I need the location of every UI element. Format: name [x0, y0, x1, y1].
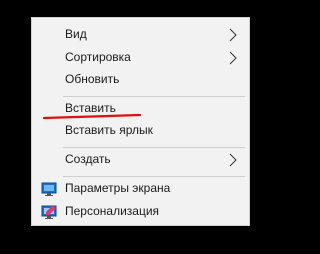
- menu-item-sort[interactable]: Сортировка: [32, 47, 249, 69]
- menu-item-paste-shortcut[interactable]: Вставить ярлык: [32, 120, 249, 142]
- menu-item-sort-label: Сортировка: [65, 50, 131, 64]
- desktop-context-menu: Вид Сортировка Обновить Вставить Вставит…: [31, 17, 250, 226]
- menu-item-personalization[interactable]: Персонализация: [32, 201, 249, 223]
- menu-item-personalization-label: Персонализация: [65, 204, 160, 218]
- chevron-right-icon: [229, 51, 237, 65]
- menu-item-refresh-label: Обновить: [65, 72, 120, 86]
- display-settings-icon: [41, 182, 57, 196]
- menu-item-display-settings-label: Параметры экрана: [65, 181, 171, 195]
- menu-item-paste-shortcut-label: Вставить ярлык: [65, 123, 153, 137]
- menu-item-new[interactable]: Создать: [32, 149, 249, 171]
- menu-item-new-label: Создать: [65, 152, 111, 166]
- personalization-icon: [41, 205, 57, 219]
- menu-separator: [63, 96, 245, 97]
- menu-item-refresh[interactable]: Обновить: [32, 69, 249, 91]
- menu-item-display-settings[interactable]: Параметры экрана: [32, 178, 249, 200]
- menu-item-paste-label: Вставить: [65, 101, 116, 115]
- menu-separator: [63, 176, 245, 177]
- menu-item-view[interactable]: Вид: [32, 24, 249, 46]
- chevron-right-icon: [229, 28, 237, 42]
- menu-item-view-label: Вид: [65, 27, 87, 41]
- menu-separator: [63, 147, 245, 148]
- chevron-right-icon: [229, 153, 237, 167]
